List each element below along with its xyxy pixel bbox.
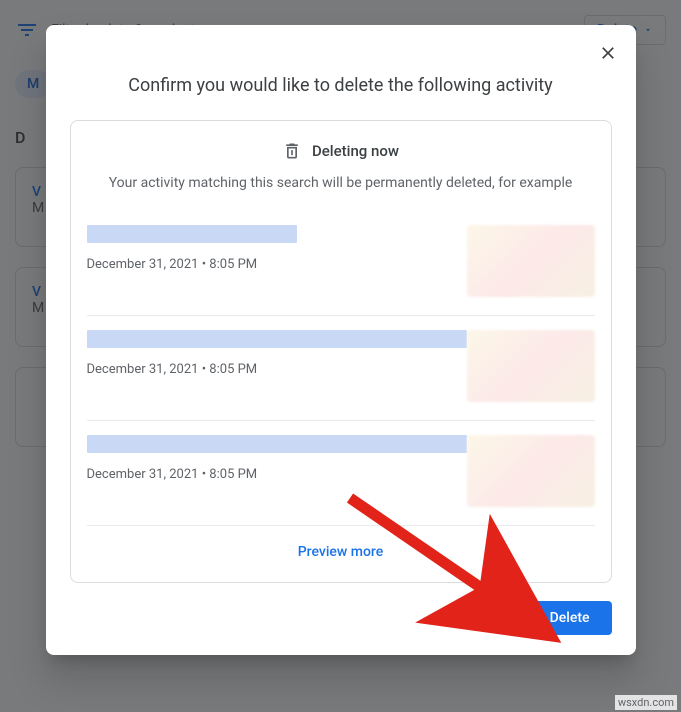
delete-button[interactable]: Delete — [528, 601, 612, 635]
preview-more-button[interactable]: Preview more — [87, 526, 595, 574]
activity-preview-card: Deleting now Your activity matching this… — [70, 120, 612, 583]
dialog-subtext: Your activity matching this search will … — [87, 175, 595, 191]
dialog-actions: Cancel Delete — [46, 583, 636, 635]
watermark: wsxdn.com — [615, 695, 677, 710]
activity-thumbnail — [467, 225, 595, 297]
activity-timestamp: December 31, 2021 • 8:05 PM — [87, 257, 467, 272]
activity-timestamp: December 31, 2021 • 8:05 PM — [87, 467, 467, 482]
redacted-title — [87, 225, 297, 243]
close-icon — [598, 43, 618, 63]
redacted-title — [87, 330, 467, 348]
cancel-button[interactable]: Cancel — [437, 601, 516, 635]
activity-thumbnail — [467, 330, 595, 402]
trash-icon — [282, 141, 302, 161]
activity-thumbnail — [467, 435, 595, 507]
activity-item: December 31, 2021 • 8:05 PM — [87, 316, 595, 421]
dialog-title: Confirm you would like to delete the fol… — [46, 25, 636, 120]
confirm-delete-dialog: Confirm you would like to delete the fol… — [46, 25, 636, 655]
modal-overlay: Confirm you would like to delete the fol… — [0, 0, 681, 712]
activity-timestamp: December 31, 2021 • 8:05 PM — [87, 362, 467, 377]
activity-item: December 31, 2021 • 8:05 PM — [87, 211, 595, 316]
deleting-header: Deleting now — [87, 141, 595, 161]
activity-item: December 31, 2021 • 8:05 PM — [87, 421, 595, 526]
close-button[interactable] — [592, 37, 624, 69]
deleting-label: Deleting now — [312, 142, 399, 160]
redacted-title — [87, 435, 467, 453]
